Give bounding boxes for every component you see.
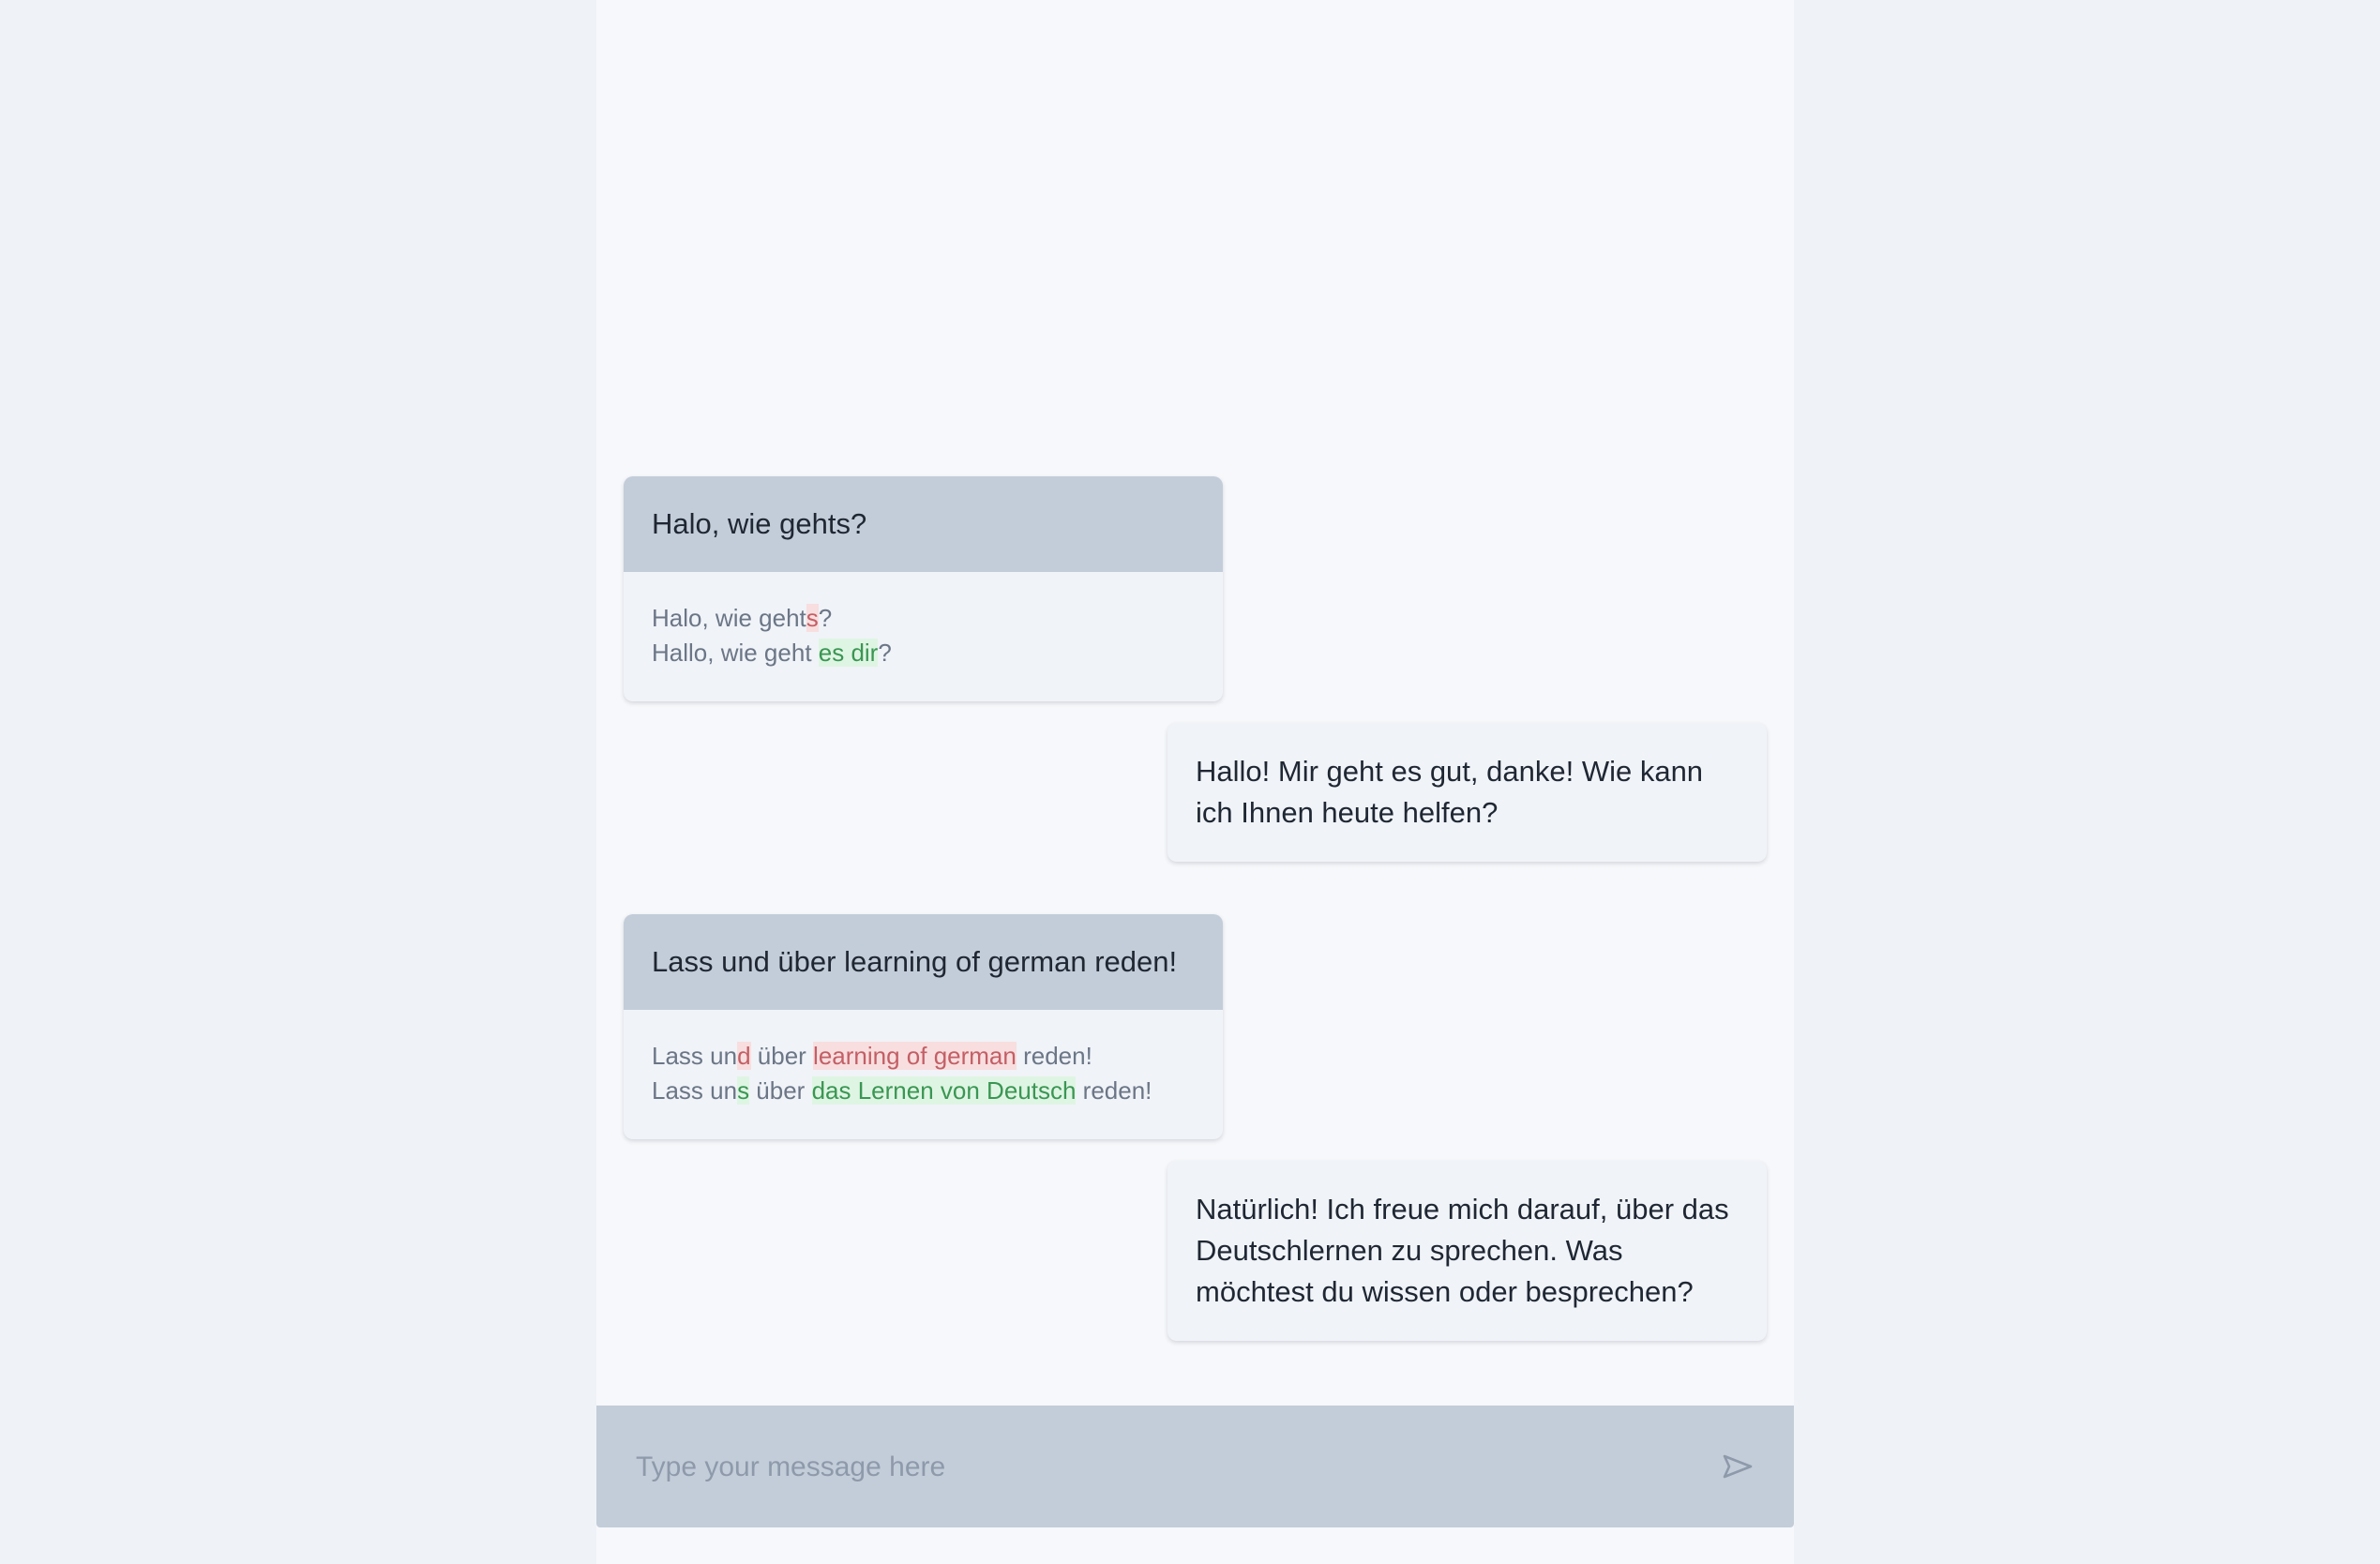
correction-panel: Lass und über learning of german reden! … — [624, 1010, 1223, 1139]
correction-segment: Hallo, wie geht — [652, 639, 819, 667]
correction-addition: es dir — [818, 639, 879, 667]
correction-deletion: d — [737, 1042, 751, 1070]
send-icon — [1723, 1454, 1753, 1479]
user-message: Lass und über learning of german reden! … — [624, 914, 1223, 1139]
correction-segment: Lass un — [652, 1076, 738, 1105]
correction-original-line: Halo, wie gehts? — [652, 601, 1195, 636]
user-message-text: Lass und über learning of german reden! — [624, 914, 1223, 1010]
correction-deletion: learning of german — [813, 1042, 1017, 1070]
user-message: Halo, wie gehts? Halo, wie gehts? Hallo,… — [624, 476, 1223, 701]
correction-segment: über — [750, 1042, 814, 1070]
correction-segment: über — [749, 1076, 812, 1105]
correction-panel: Halo, wie gehts? Hallo, wie geht es dir? — [624, 572, 1223, 701]
correction-segment: ? — [878, 639, 892, 667]
chat-panel: Halo, wie gehts? Halo, wie gehts? Hallo,… — [596, 0, 1794, 1564]
assistant-message-text: Natürlich! Ich freue mich darauf, über d… — [1196, 1193, 1729, 1308]
correction-segment: Halo, wie geht — [652, 604, 806, 632]
correction-corrected-line: Lass uns über das Lernen von Deutsch red… — [652, 1074, 1195, 1108]
correction-segment: Lass un — [652, 1042, 738, 1070]
assistant-message: Natürlich! Ich freue mich darauf, über d… — [1167, 1161, 1767, 1341]
send-button[interactable] — [1719, 1448, 1756, 1485]
message-input[interactable] — [634, 1436, 1650, 1499]
correction-original-line: Lass und über learning of german reden! — [652, 1039, 1195, 1074]
message-composer — [596, 1406, 1794, 1527]
correction-segment: reden! — [1016, 1042, 1092, 1070]
correction-segment: reden! — [1076, 1076, 1152, 1105]
assistant-message: Hallo! Mir geht es gut, danke! Wie kann … — [1167, 723, 1767, 862]
assistant-message-text: Hallo! Mir geht es gut, danke! Wie kann … — [1196, 755, 1704, 829]
user-message-text: Halo, wie gehts? — [624, 476, 1223, 572]
correction-deletion: s — [806, 604, 819, 632]
correction-corrected-line: Hallo, wie geht es dir? — [652, 636, 1195, 670]
correction-addition: das Lernen von Deutsch — [811, 1076, 1077, 1105]
correction-addition: s — [737, 1076, 750, 1105]
correction-segment: ? — [818, 604, 833, 632]
